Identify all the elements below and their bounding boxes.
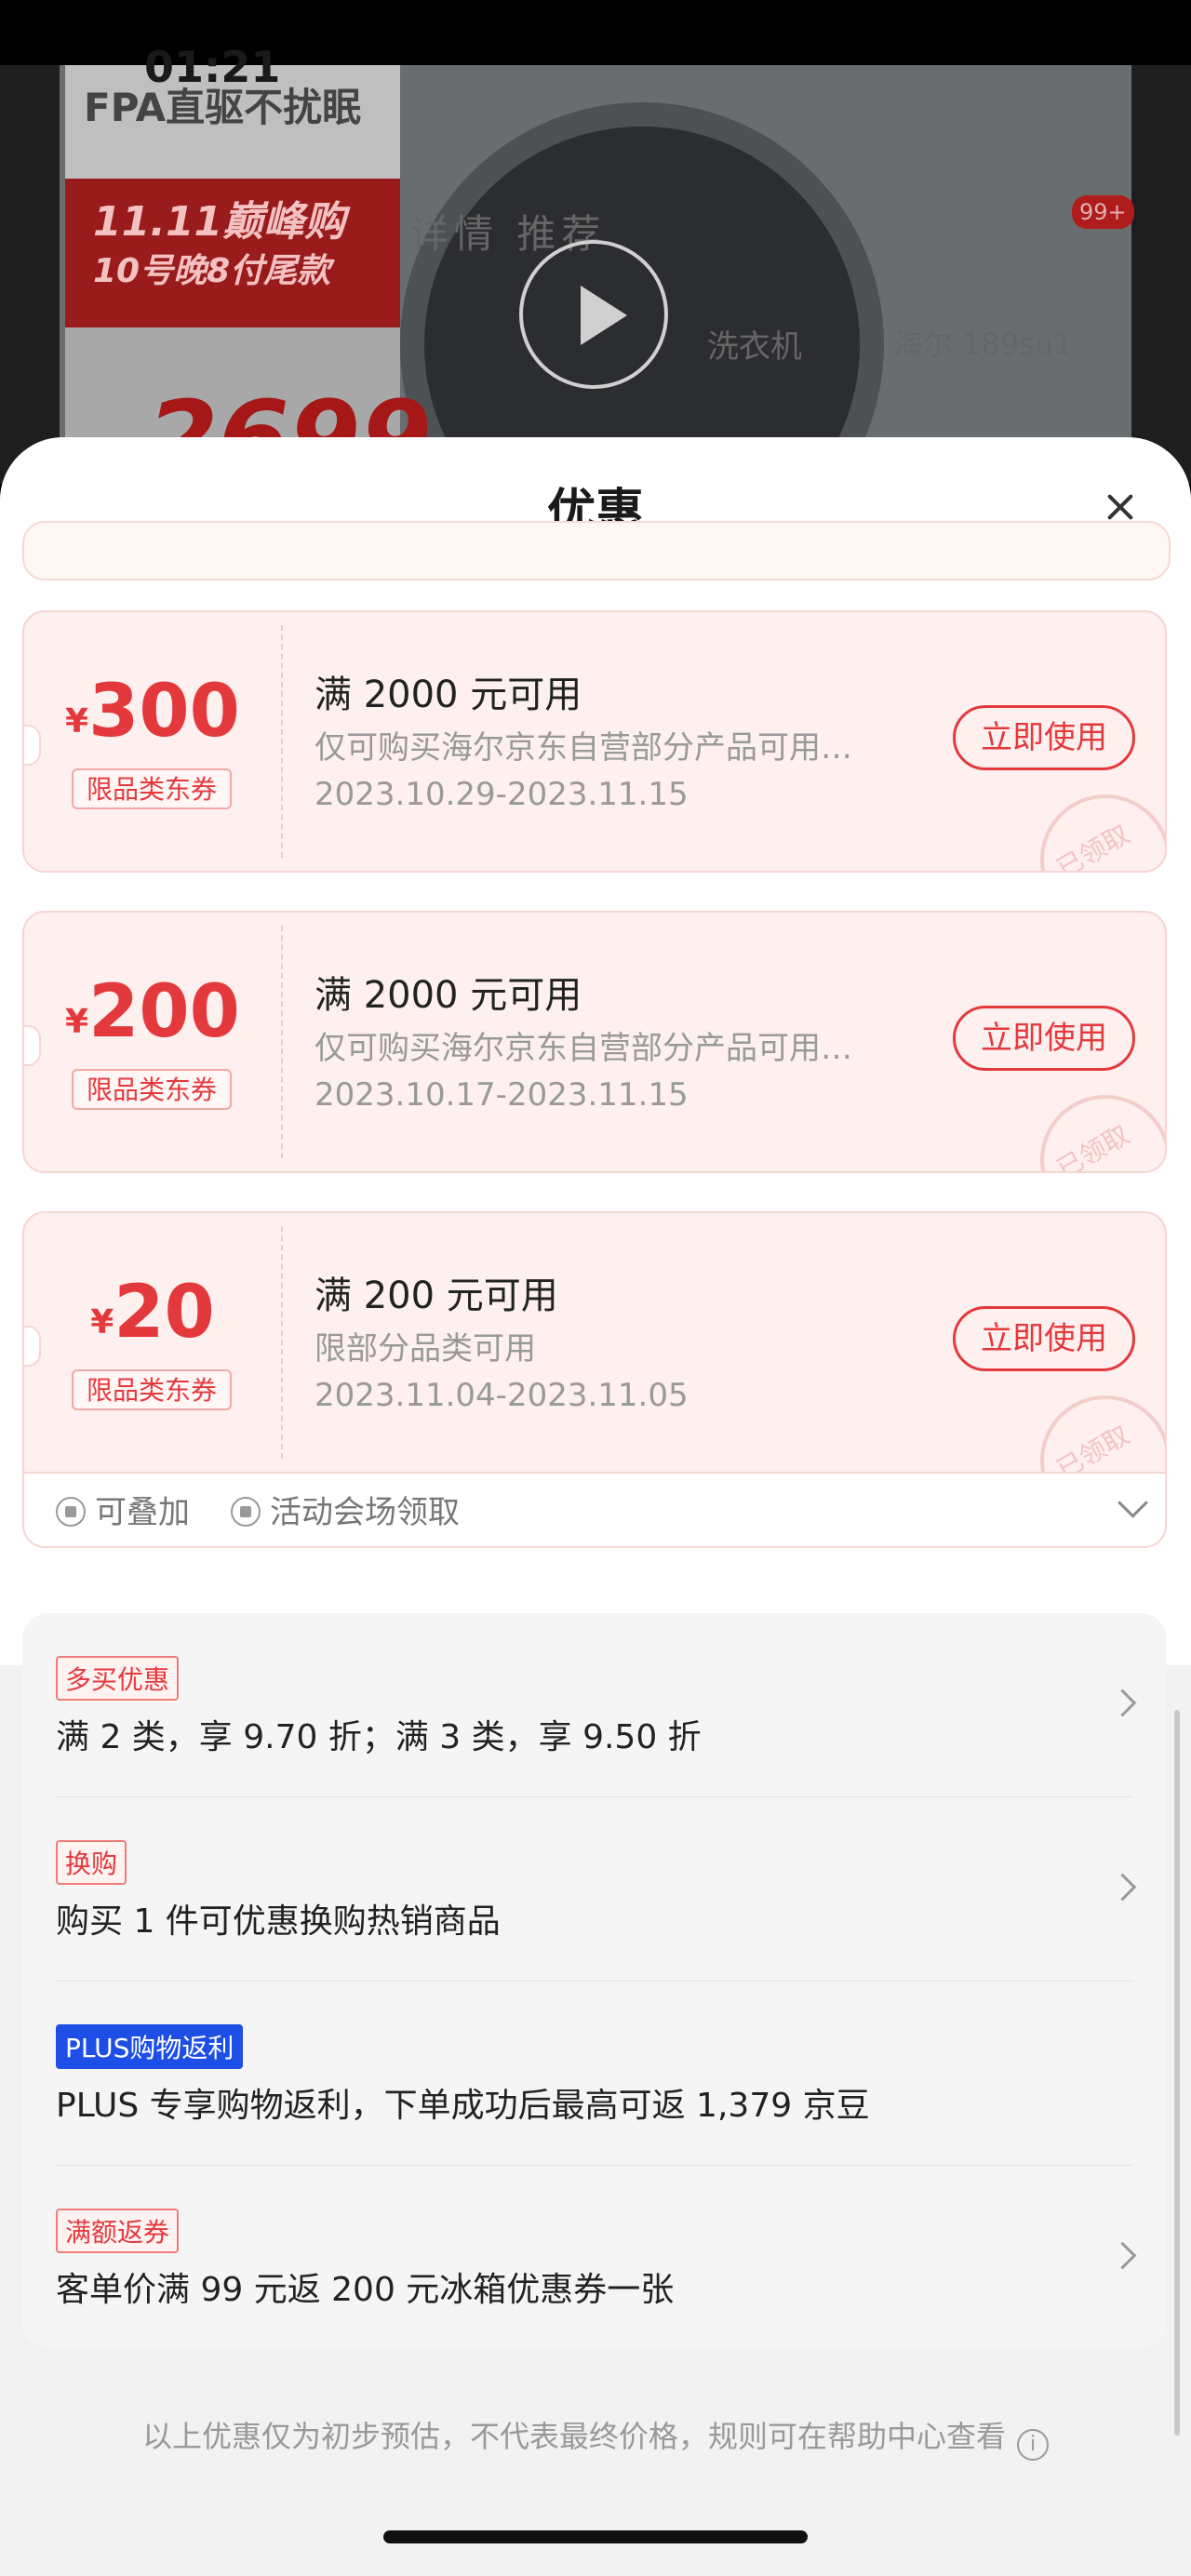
promo-text: PLUS 专享购物返利，下单成功后最高可返 1,379 京豆 (56, 2087, 870, 2125)
coupon-amount: ¥20 (24, 1271, 281, 1355)
product-page-background: FPA直驱不扰眠 11.11巅峰购 10号晚8付尾款 ¥2699 01:21 详… (0, 0, 1191, 484)
coupon-type-tag: 限品类东券 (72, 768, 232, 809)
use-now-button[interactable]: 立即使用 (953, 1306, 1135, 1371)
coupon-card: ¥20 限品类东券 满 200 元可用 限部分品类可用 2023.11.04-2… (22, 1211, 1167, 1474)
currency-symbol: ¥ (90, 1303, 114, 1341)
coupon-footer: 可叠加 活动会场领取 (22, 1474, 1167, 1548)
coupon-card: ¥200 限品类东券 满 2000 元可用 仅可购买海尔京东自营部分产品可用… … (22, 911, 1167, 1173)
use-now-button[interactable]: 立即使用 (953, 1006, 1135, 1071)
stamp-text: 已领取 (1051, 1420, 1135, 1474)
promo-line3: 10号晚8付尾款 (93, 252, 331, 290)
coupon-description: 仅可购买海尔京东自营部分产品可用… (314, 1030, 852, 1067)
promo-tag: 换购 (56, 1840, 127, 1885)
coupon-condition: 满 200 元可用 (314, 1275, 558, 1317)
stack-icon (56, 1497, 86, 1527)
claimed-stamp-icon: 已领取 (1040, 1395, 1165, 1474)
discount-sheet: 优惠 ¥300 限品类东券 满 2000 元可用 仅可购买海尔京东自营部分产品可… (0, 437, 1191, 2576)
disclaimer: 以上优惠仅为初步预估，不代表最终价格，规则可在帮助中心查看 i (0, 2413, 1191, 2461)
coupon-amount: ¥300 (24, 670, 281, 754)
coupon-type-tag: 限品类东券 (72, 1369, 232, 1410)
coupon-description: 限部分品类可用 (314, 1330, 536, 1368)
promo-text: 购买 1 件可优惠换购热销商品 (56, 1902, 501, 1941)
venue-text: 活动会场领取 (270, 1494, 460, 1531)
coupon-type-tag: 限品类东券 (72, 1069, 232, 1110)
promo-tag: 满额返券 (56, 2209, 180, 2253)
currency-symbol: ¥ (65, 1003, 89, 1041)
info-icon[interactable]: i (1017, 2429, 1049, 2461)
promo-tag: PLUS购物返利 (56, 2024, 244, 2069)
coupon-date-range: 2023.10.29-2023.11.15 (314, 776, 689, 813)
stamp-text: 已领取 (1051, 819, 1135, 873)
coupon-value: 20 (114, 1271, 215, 1355)
coupon-date-range: 2023.10.17-2023.11.15 (314, 1076, 689, 1114)
coupon-divider (281, 1226, 283, 1459)
category-label: 洗衣机 (707, 328, 802, 366)
coupon-condition: 满 2000 元可用 (314, 674, 582, 716)
use-now-button[interactable]: 立即使用 (953, 705, 1135, 770)
chevron-right-icon (1108, 2241, 1137, 2270)
scrollbar[interactable] (1174, 1710, 1180, 2436)
coupon-card-partial (22, 521, 1171, 581)
coupon-divider (281, 926, 283, 1158)
promo-row-coupon-return[interactable]: 满额返券 客单价满 99 元返 200 元冰箱优惠券一张 (22, 2166, 1167, 2350)
cart-badge: 99+ (1072, 195, 1134, 229)
promo-row-plus-rebate: PLUS购物返利 PLUS 专享购物返利，下单成功后最高可返 1,379 京豆 (22, 1982, 1167, 2166)
coupon-date-range: 2023.11.04-2023.11.05 (314, 1377, 689, 1414)
promotions-card: 多买优惠 满 2 类，享 9.70 折；满 3 类，享 9.50 折 换购 购买… (22, 1613, 1167, 2348)
coupon-condition: 满 2000 元可用 (314, 974, 582, 1017)
stackable-label: 可叠加 (56, 1487, 190, 1532)
promo-row-exchange[interactable]: 换购 购买 1 件可优惠换购热销商品 (22, 1797, 1167, 1982)
stackable-text: 可叠加 (95, 1494, 190, 1531)
status-time: 01:21 (144, 42, 281, 92)
currency-symbol: ¥ (65, 702, 89, 741)
chevron-down-icon[interactable] (1117, 1488, 1148, 1518)
coupon-value: 200 (88, 970, 240, 1054)
promo-text: 客单价满 99 元返 200 元冰箱优惠券一张 (56, 2271, 675, 2309)
venue-label: 活动会场领取 (231, 1487, 460, 1532)
coupon-amount: ¥200 (24, 970, 281, 1054)
promo-tag: 多买优惠 (56, 1656, 180, 1701)
venue-icon (231, 1497, 261, 1527)
claimed-stamp-icon: 已领取 (1040, 794, 1165, 873)
promo-line2: 11.11巅峰购 (93, 198, 346, 246)
promo-row-multi-buy[interactable]: 多买优惠 满 2 类，享 9.70 折；满 3 类，享 9.50 折 (22, 1613, 1167, 1797)
model-label: 海尔 189su1 (893, 327, 1073, 362)
home-indicator (383, 2530, 808, 2543)
coupon-divider (281, 625, 283, 858)
promo-text: 满 2 类，享 9.70 折；满 3 类，享 9.50 折 (56, 1718, 702, 1756)
promo-banner: FPA直驱不扰眠 11.11巅峰购 10号晚8付尾款 ¥2699 (65, 58, 432, 484)
coupon-description: 仅可购买海尔京东自营部分产品可用… (314, 729, 852, 767)
coupon-list: ¥300 限品类东券 满 2000 元可用 仅可购买海尔京东自营部分产品可用… … (0, 521, 1191, 1665)
coupon-value: 300 (88, 670, 240, 754)
claimed-stamp-icon: 已领取 (1040, 1095, 1165, 1173)
chevron-right-icon (1108, 1873, 1137, 1902)
disclaimer-text: 以上优惠仅为初步预估，不代表最终价格，规则可在帮助中心查看 (141, 2419, 1006, 2454)
chevron-right-icon (1108, 1688, 1137, 1717)
coupon-card: ¥300 限品类东券 满 2000 元可用 仅可购买海尔京东自营部分产品可用… … (22, 610, 1167, 873)
play-icon (519, 240, 668, 389)
stamp-text: 已领取 (1051, 1119, 1135, 1173)
